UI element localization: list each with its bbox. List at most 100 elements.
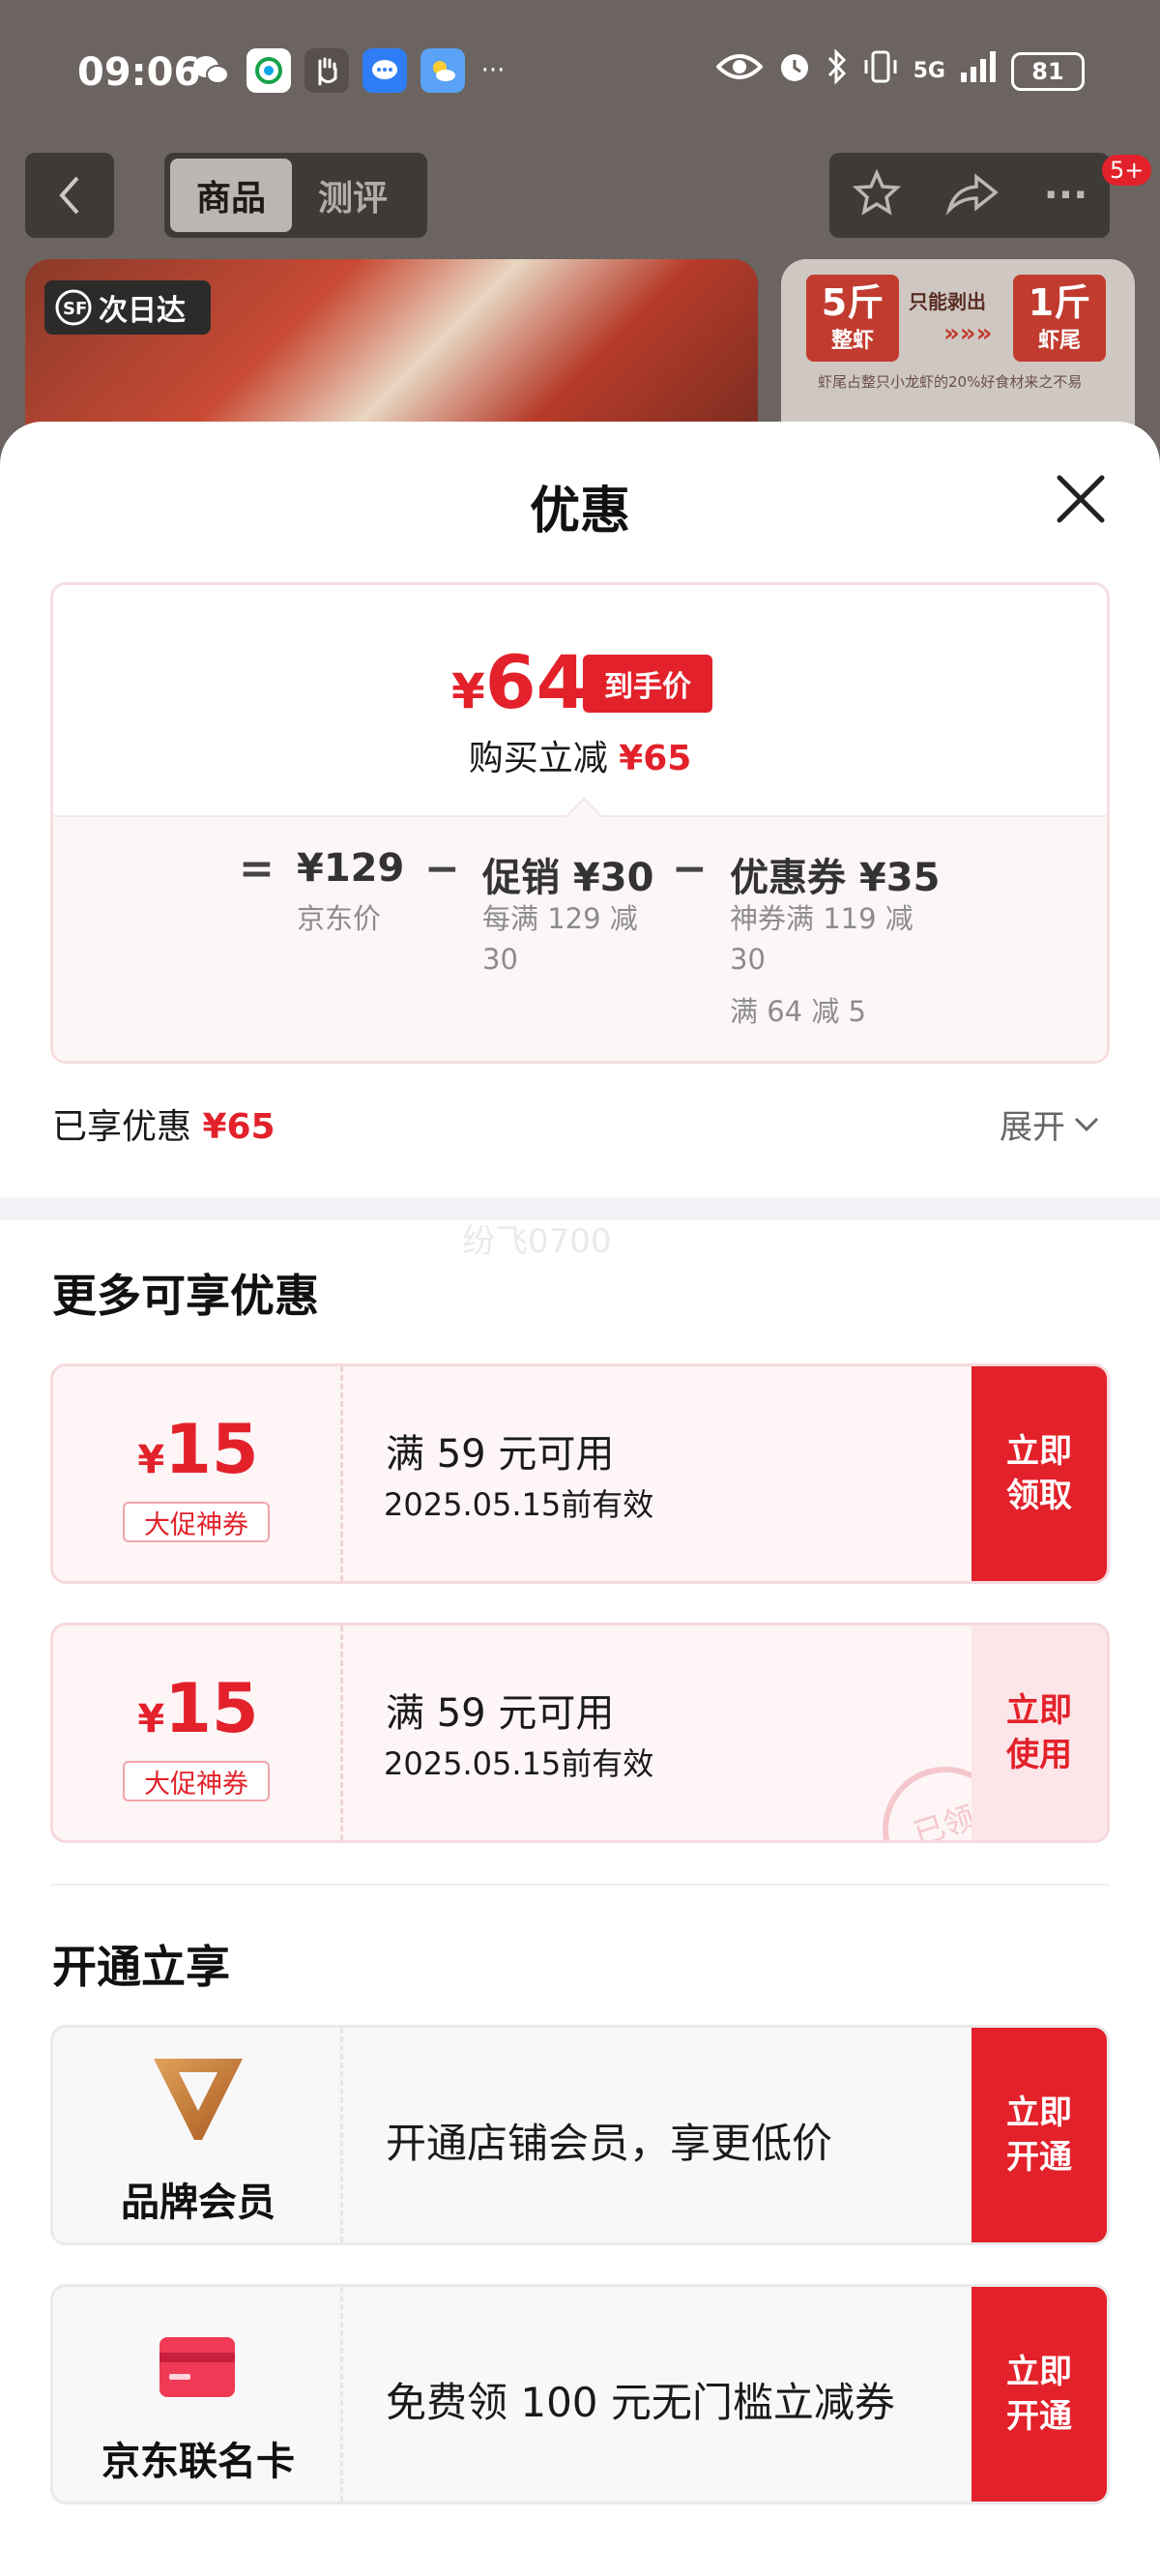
coupon-rule: 神券满 119 减 [730, 902, 914, 935]
coupon-amount: ¥15 [53, 1670, 343, 1758]
coupon-validity: 2025.05.15前有效 [384, 1486, 654, 1523]
tag-right-small: 虾尾 [1037, 329, 1081, 353]
hand-icon [304, 48, 349, 93]
tag-middle-text: 只能剥出 [909, 290, 986, 313]
coupon-type-label: 大促神券 [123, 1502, 270, 1542]
currency-symbol: ¥ [451, 663, 485, 719]
eye-icon [714, 51, 764, 91]
coupon-rule-cont: 30 [730, 943, 766, 976]
coupon-amount-value: 15 [164, 1410, 259, 1489]
button-line: 领取 [1006, 1477, 1072, 1515]
sheet-title: 优惠 [529, 483, 630, 541]
alarm-icon [776, 48, 813, 94]
expand-label: 展开 [1000, 1108, 1065, 1147]
price-breakdown-card: ¥64 到手价 购买立减 ¥65 = ¥129 京东价 − 促销 ¥30 每满 … [50, 582, 1110, 1064]
coupon-condition: 满 59 元可用 [386, 1691, 615, 1736]
currency-symbol: ¥ [137, 1438, 165, 1482]
brand-membership-card: 品牌会员 开通店铺会员，享更低价 立即开通 [50, 2025, 1110, 2245]
svg-text:SF: SF [63, 299, 87, 319]
button-line: 立即 [1006, 1432, 1072, 1471]
member-name: 品牌会员 [121, 2181, 276, 2225]
promo-rule-cont: 30 [482, 943, 518, 976]
bluetooth-icon [826, 48, 848, 94]
coupon-condition: 满 59 元可用 [386, 1432, 615, 1477]
coupon-rule-2: 满 64 减 5 [730, 995, 867, 1028]
weather-icon [420, 48, 465, 93]
member-desc: 开通店铺会员，享更低价 [386, 2120, 833, 2167]
status-bar: 09:06 ··· 5G 81 [0, 0, 1160, 145]
tag-left-small: 整虾 [830, 329, 874, 353]
notification-badge: 5+ [1102, 155, 1152, 186]
coupon-type-label: 大促神券 [123, 1761, 270, 1801]
claim-coupon-button[interactable]: 立即 领取 [972, 1366, 1107, 1581]
vibrate-icon [861, 48, 900, 94]
divider [50, 1884, 1110, 1886]
top-tabs: 商品 测评 [164, 153, 427, 238]
battery-indicator: 81 [1011, 51, 1085, 91]
tag-shrimp-tail: 1斤 虾尾 [1013, 275, 1106, 362]
button-line: 立即 [1006, 1691, 1072, 1730]
chevron-left-icon [59, 176, 79, 215]
watermark: 纷飞0700 [462, 1222, 612, 1261]
final-price-tag: 到手价 [583, 655, 712, 713]
mobile-operator-icon [246, 48, 291, 93]
button-line: 开通 [1006, 2138, 1072, 2177]
open-card-button[interactable]: 立即 开通 [972, 2287, 1107, 2502]
signal-icon [959, 49, 998, 93]
star-icon[interactable] [852, 168, 902, 221]
button-line: 开通 [1006, 2397, 1072, 2436]
more-discounts-title: 更多可享优惠 [52, 1270, 319, 1322]
logo-text: 次日达 [99, 294, 186, 328]
enjoyed-amount: ¥65 [202, 1107, 276, 1147]
discount-sheet: 优惠 ¥64 到手价 购买立减 ¥65 = ¥129 京东价 − 促销 ¥30 … [0, 422, 1160, 2576]
coupon-amount-value: 15 [164, 1669, 259, 1748]
brand-member-v-icon [154, 2059, 243, 2140]
save-prefix: 购买立减 [468, 739, 620, 778]
coupon-validity: 2025.05.15前有效 [384, 1745, 654, 1782]
more-icon[interactable]: ··· [1044, 173, 1088, 218]
thumbnail-caption: 虾尾占整只小龙虾的20%好食材来之不易 [818, 373, 1083, 391]
chevron-down-icon [1074, 1117, 1099, 1131]
promo-value: 促销 ¥30 [482, 856, 654, 900]
member-desc: 免费领 100 元无门槛立减券 [386, 2379, 895, 2426]
button-line: 立即 [1006, 2093, 1072, 2132]
jd-price: ¥129 [297, 846, 405, 891]
coupon-card: ¥15 大促神券 满 59 元可用 2025.05.15前有效 已领 立即 使用 [50, 1623, 1110, 1843]
save-line: 购买立减 ¥65 [53, 730, 1107, 780]
promo-rule: 每满 129 减 [482, 902, 638, 935]
tab-review[interactable]: 测评 [292, 159, 414, 232]
enjoyed-label: 已享优惠 [52, 1107, 203, 1147]
wechat-icon [188, 48, 233, 93]
sf-express-logo: SF 次日达 [44, 280, 211, 335]
top-actions: ··· [829, 153, 1110, 238]
tag-right-big: 1斤 [1028, 281, 1091, 324]
button-line: 立即 [1006, 2353, 1072, 2391]
arrows-icon: »»» [943, 319, 993, 348]
coupon-value: 优惠券 ¥35 [730, 856, 941, 900]
message-icon [362, 48, 407, 93]
close-button[interactable] [1054, 472, 1108, 526]
currency-symbol: ¥ [137, 1697, 165, 1742]
final-price: ¥64 [451, 639, 588, 735]
tag-whole-shrimp: 5斤 整虾 [806, 275, 899, 362]
coupon-amount: ¥15 [53, 1411, 343, 1499]
price-summary: ¥64 到手价 购买立减 ¥65 [53, 585, 1107, 815]
open-membership-button[interactable]: 立即 开通 [972, 2028, 1107, 2242]
background-page: 09:06 ··· 5G 81 商品 测评 ··· 5+ SF 次日达 5斤 整… [0, 0, 1160, 464]
button-line: 使用 [1006, 1736, 1072, 1774]
more-dots-icon: ··· [480, 56, 506, 85]
tab-product[interactable]: 商品 [170, 159, 292, 232]
final-price-value: 64 [484, 639, 588, 725]
coupon-card: ¥15 大促神券 满 59 元可用 2025.05.15前有效 立即领取 [50, 1363, 1110, 1584]
share-icon[interactable] [945, 171, 1000, 220]
member-name: 京东联名卡 [102, 2440, 295, 2484]
status-app-icons: ··· [188, 48, 508, 93]
open-section-title: 开通立享 [52, 1941, 230, 1993]
use-coupon-button[interactable]: 立即 使用 [972, 1625, 1107, 1840]
tag-left-big: 5斤 [821, 281, 884, 324]
expand-button[interactable]: 展开 [1000, 1100, 1100, 1148]
minus-sign: − [424, 844, 460, 893]
back-button[interactable] [25, 153, 114, 238]
network-label: 5G [913, 59, 945, 83]
jd-price-label: 京东价 [297, 902, 382, 935]
